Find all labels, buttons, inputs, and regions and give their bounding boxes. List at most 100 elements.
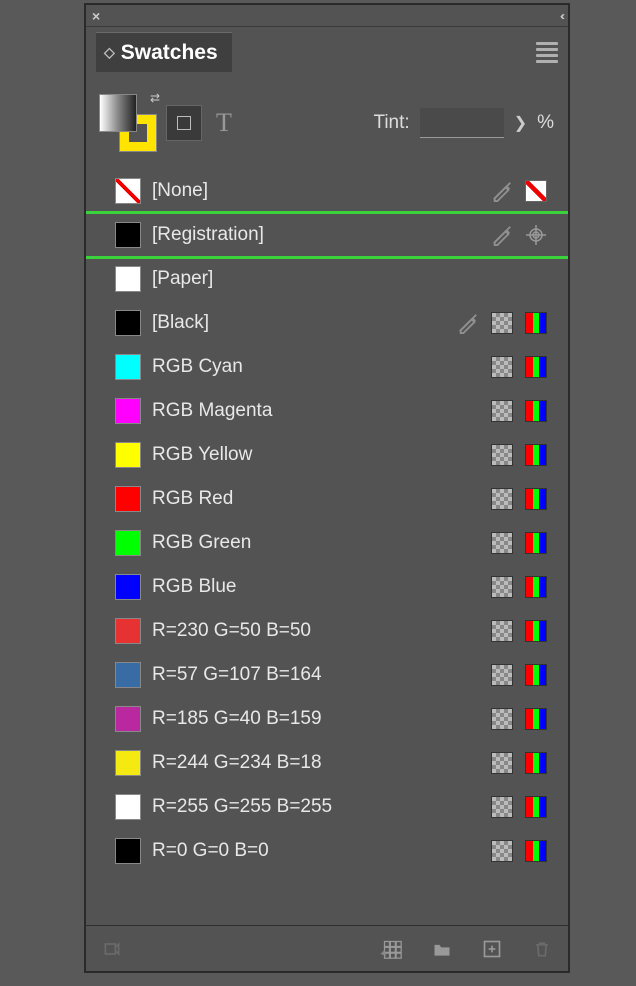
rgb-mode-icon: [524, 531, 548, 555]
swatch-row-icons: [490, 355, 548, 379]
tint-flyout-icon[interactable]: ❯: [514, 113, 527, 133]
rgb-mode-icon: [524, 839, 548, 863]
delete-swatch-icon: [530, 937, 554, 961]
rgb-mode-icon: [524, 795, 548, 819]
tint-unit: %: [537, 112, 554, 134]
swatch-color: [116, 531, 140, 555]
rgb-mode-icon: [524, 443, 548, 467]
swatch-color: [116, 795, 140, 819]
panel-topbar: × ‹‹: [86, 5, 568, 27]
swatch-row[interactable]: RGB Magenta: [86, 389, 568, 433]
swatch-row-icons: [490, 443, 548, 467]
swatch-row[interactable]: R=255 G=255 B=255: [86, 785, 568, 829]
swap-icon[interactable]: ⇄: [150, 91, 160, 105]
swatch-row[interactable]: RGB Red: [86, 477, 568, 521]
swatch-row[interactable]: RGB Cyan: [86, 345, 568, 389]
swatch-color: [116, 355, 140, 379]
fill-stroke-proxy[interactable]: ⇄: [100, 95, 156, 151]
registration-icon: [524, 223, 548, 247]
swatch-color: [116, 443, 140, 467]
swatch-color: [116, 223, 140, 247]
fill-square[interactable]: [100, 95, 136, 131]
swatch-color: [116, 487, 140, 511]
rgb-mode-icon: [524, 311, 548, 335]
new-color-group-icon[interactable]: [430, 937, 454, 961]
swatch-name: R=57 G=107 B=164: [152, 664, 478, 686]
swatches-panel: × ‹‹ ◇ Swatches ⇄ T Tint: ❯ % [None] [Reg…: [85, 4, 569, 972]
swatch-row[interactable]: R=57 G=107 B=164: [86, 653, 568, 697]
formatting-text-button[interactable]: T: [212, 105, 236, 141]
swatch-name: [Registration]: [152, 224, 478, 246]
panel-menu-icon[interactable]: [536, 39, 558, 66]
collapse-icon[interactable]: ‹‹: [560, 9, 562, 23]
panel-title: Swatches: [121, 41, 218, 65]
global-swatch-icon: [490, 487, 514, 511]
not-editable-icon: [490, 179, 514, 203]
swatch-row[interactable]: [None]: [86, 169, 568, 213]
swatch-row[interactable]: R=244 G=234 B=18: [86, 741, 568, 785]
rgb-mode-icon: [524, 663, 548, 687]
rgb-mode-icon: [524, 707, 548, 731]
swatch-row-icons: [490, 531, 548, 555]
close-icon[interactable]: ×: [92, 8, 100, 24]
swatch-name: R=0 G=0 B=0: [152, 840, 478, 862]
swatch-name: RGB Yellow: [152, 444, 478, 466]
global-swatch-icon: [490, 795, 514, 819]
swatch-row[interactable]: RGB Yellow: [86, 433, 568, 477]
swatch-color: [116, 575, 140, 599]
global-swatch-icon: [490, 531, 514, 555]
tint-row: ⇄ T Tint: ❯ %: [86, 77, 568, 169]
swatch-row-icons: [490, 707, 548, 731]
global-swatch-icon: [490, 355, 514, 379]
swatch-row[interactable]: RGB Blue: [86, 565, 568, 609]
swatch-color: [116, 179, 140, 203]
swatch-name: R=230 G=50 B=50: [152, 620, 478, 642]
tint-label: Tint:: [373, 112, 409, 134]
swatch-color: [116, 311, 140, 335]
panel-header: ◇ Swatches: [86, 27, 568, 77]
global-swatch-icon: [490, 575, 514, 599]
new-swatch-icon[interactable]: [480, 937, 504, 961]
rgb-mode-icon: [524, 619, 548, 643]
swatch-row[interactable]: [Registration]: [86, 213, 568, 257]
swatch-color: [116, 663, 140, 687]
swatch-view-icon[interactable]: ▸: [380, 937, 404, 961]
swatch-row-icons: [490, 751, 548, 775]
rgb-mode-icon: [524, 575, 548, 599]
rgb-mode-icon: [524, 355, 548, 379]
swatch-row-icons: [490, 663, 548, 687]
swatch-row[interactable]: R=185 G=40 B=159: [86, 697, 568, 741]
swatch-row-icons: [490, 795, 548, 819]
swatch-name: [Paper]: [152, 268, 536, 290]
swatch-color: [116, 707, 140, 731]
swatch-row-icons: [490, 839, 548, 863]
global-swatch-icon: [490, 839, 514, 863]
none-indicator-icon: [524, 179, 548, 203]
swatch-row-icons: [490, 575, 548, 599]
swatch-row-icons: [490, 399, 548, 423]
swatch-list: [None] [Registration] [Paper] [Black] RGB Cy…: [86, 169, 568, 925]
rgb-mode-icon: [524, 487, 548, 511]
global-swatch-icon: [490, 751, 514, 775]
swatch-row[interactable]: [Black]: [86, 301, 568, 345]
tab-swatches[interactable]: ◇ Swatches: [96, 32, 232, 72]
rgb-mode-icon: [524, 399, 548, 423]
tint-input[interactable]: [420, 108, 504, 138]
swatch-name: RGB Cyan: [152, 356, 478, 378]
add-to-cc-libraries-icon: [100, 937, 124, 961]
swatch-row[interactable]: R=0 G=0 B=0: [86, 829, 568, 873]
swatch-row[interactable]: R=230 G=50 B=50: [86, 609, 568, 653]
swatch-name: RGB Red: [152, 488, 478, 510]
swatch-color: [116, 619, 140, 643]
global-swatch-icon: [490, 707, 514, 731]
swatch-row-icons: [490, 179, 548, 203]
swatch-name: [None]: [152, 180, 478, 202]
swatch-name: RGB Green: [152, 532, 478, 554]
swatch-row[interactable]: RGB Green: [86, 521, 568, 565]
swatch-name: R=255 G=255 B=255: [152, 796, 478, 818]
formatting-container-button[interactable]: [166, 105, 202, 141]
swatch-row[interactable]: [Paper]: [86, 257, 568, 301]
not-editable-icon: [490, 223, 514, 247]
panel-footer: ▸: [86, 925, 568, 971]
global-swatch-icon: [490, 399, 514, 423]
